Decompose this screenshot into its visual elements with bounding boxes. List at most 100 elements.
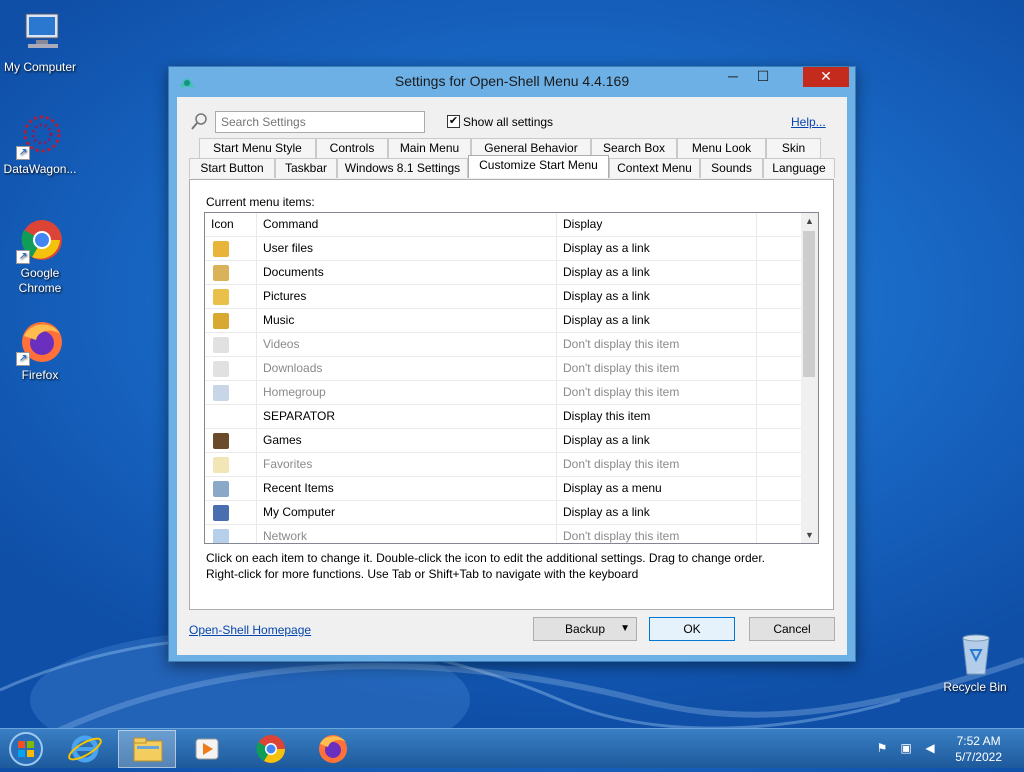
desktop-icon-label: Recycle Bin (943, 680, 1007, 694)
show-all-settings-checkbox[interactable]: ✔ (447, 115, 460, 128)
downloads-folder-icon (213, 361, 229, 377)
pictures-folder-icon (213, 289, 229, 305)
menu-item-row[interactable]: Downloads Don't display this item (205, 357, 803, 381)
row-icon-cell[interactable] (205, 429, 257, 453)
help-link[interactable]: Help... (791, 115, 826, 129)
row-display[interactable]: Don't display this item (557, 357, 757, 381)
menu-item-row[interactable]: My Computer Display as a link (205, 501, 803, 525)
show-all-settings-label[interactable]: Show all settings (463, 115, 553, 129)
row-icon-cell[interactable] (205, 309, 257, 333)
row-icon-cell[interactable] (205, 333, 257, 357)
row-command: SEPARATOR (257, 405, 557, 429)
menu-items-list[interactable]: Icon Command Display User files Display a… (204, 212, 819, 544)
dropdown-arrow-icon: ▼ (620, 623, 630, 634)
tab-controls[interactable]: Controls (316, 138, 388, 158)
row-display[interactable]: Display as a link (557, 285, 757, 309)
row-icon-cell[interactable] (205, 453, 257, 477)
row-display[interactable]: Don't display this item (557, 333, 757, 357)
recycle-bin-icon (951, 630, 999, 678)
minimize-button[interactable]: ─ (719, 67, 747, 87)
list-scrollbar[interactable]: ▲ ▼ (801, 213, 818, 543)
tab-main-menu[interactable]: Main Menu (388, 138, 471, 158)
row-display[interactable]: Don't display this item (557, 453, 757, 477)
row-command: Downloads (257, 357, 557, 381)
column-header-command[interactable]: Command (257, 213, 557, 237)
tab-context-menu[interactable]: Context Menu (609, 158, 700, 178)
file-explorer-icon[interactable] (118, 730, 176, 768)
menu-item-row[interactable]: Games Display as a link (205, 429, 803, 453)
desktop-icon-firefox[interactable]: ↗ Firefox (0, 318, 80, 383)
row-icon-cell[interactable] (205, 501, 257, 525)
menu-item-row[interactable]: Homegroup Don't display this item (205, 381, 803, 405)
row-icon-cell[interactable] (205, 477, 257, 501)
desktop-icon-my-computer[interactable]: My Computer (0, 10, 80, 75)
tab-skin[interactable]: Skin (766, 138, 821, 158)
row-display[interactable]: Display as a link (557, 501, 757, 525)
scroll-down-arrow-icon[interactable]: ▼ (801, 527, 818, 543)
menu-item-row[interactable]: Music Display as a link (205, 309, 803, 333)
menu-item-row[interactable]: Documents Display as a link (205, 261, 803, 285)
menu-item-row[interactable]: Pictures Display as a link (205, 285, 803, 309)
row-display[interactable]: Display as a menu (557, 477, 757, 501)
menu-item-row[interactable]: SEPARATOR Display this item (205, 405, 803, 429)
start-orb-icon[interactable] (0, 730, 52, 768)
maximize-button[interactable]: ☐ (749, 67, 777, 87)
row-display[interactable]: Display as a link (557, 309, 757, 333)
tab-sounds[interactable]: Sounds (700, 158, 763, 178)
tab-customize-start-menu[interactable]: Customize Start Menu (468, 155, 609, 178)
row-icon-cell[interactable] (205, 525, 257, 543)
tab-start-button[interactable]: Start Button (189, 158, 275, 178)
chrome-icon[interactable] (242, 730, 300, 768)
media-player-icon[interactable] (178, 730, 236, 768)
row-display[interactable]: Display as a link (557, 237, 757, 261)
network-icon[interactable]: ▣ (898, 741, 914, 757)
column-header-display[interactable]: Display (557, 213, 757, 237)
search-settings-input[interactable] (215, 111, 425, 133)
scrollbar-thumb[interactable] (803, 231, 815, 377)
menu-item-row[interactable]: Recent Items Display as a menu (205, 477, 803, 501)
title-bar[interactable]: Settings for Open-Shell Menu 4.4.169 ─ ☐… (169, 67, 855, 95)
videos-folder-icon (213, 337, 229, 353)
row-display[interactable]: Display this item (557, 405, 757, 429)
tab-windows81-settings[interactable]: Windows 8.1 Settings (337, 158, 468, 178)
row-icon-cell[interactable] (205, 357, 257, 381)
row-icon-cell[interactable] (205, 285, 257, 309)
column-header-icon[interactable]: Icon (205, 213, 257, 237)
desktop-icon-datawagon[interactable]: ↗ DataWagon... (0, 112, 80, 177)
volume-muted-icon[interactable]: ◀ (922, 741, 938, 757)
tab-language[interactable]: Language (763, 158, 835, 178)
row-display[interactable]: Display as a link (557, 429, 757, 453)
homegroup-icon (213, 385, 229, 401)
menu-item-row[interactable]: Videos Don't display this item (205, 333, 803, 357)
internet-explorer-icon[interactable] (56, 730, 114, 768)
desktop-icon-recycle-bin[interactable]: Recycle Bin (935, 630, 1015, 695)
row-display[interactable]: Don't display this item (557, 381, 757, 405)
row-display[interactable]: Display as a link (557, 261, 757, 285)
row-icon-cell[interactable] (205, 381, 257, 405)
tab-taskbar[interactable]: Taskbar (275, 158, 337, 178)
action-center-flag-icon[interactable]: ⚑ (874, 741, 890, 757)
close-button[interactable]: ✕ (803, 67, 849, 87)
cancel-button[interactable]: Cancel (749, 617, 835, 641)
row-icon-cell[interactable] (205, 237, 257, 261)
row-display[interactable]: Don't display this item (557, 525, 757, 543)
row-command: Homegroup (257, 381, 557, 405)
ok-button[interactable]: OK (649, 617, 735, 641)
menu-item-row[interactable]: Favorites Don't display this item (205, 453, 803, 477)
tab-start-menu-style[interactable]: Start Menu Style (199, 138, 316, 158)
backup-button[interactable]: Backup ▼ (533, 617, 637, 641)
row-icon-cell[interactable] (205, 261, 257, 285)
shortcut-arrow-icon: ↗ (16, 352, 30, 366)
desktop-icon-chrome[interactable]: ↗ Google Chrome (0, 216, 80, 296)
tab-menu-look[interactable]: Menu Look (677, 138, 766, 158)
scroll-up-arrow-icon[interactable]: ▲ (801, 213, 818, 229)
firefox-icon[interactable] (304, 730, 362, 768)
open-shell-homepage-link[interactable]: Open-Shell Homepage (189, 623, 311, 637)
datawagon-icon: ↗ (16, 112, 64, 160)
clock[interactable]: 7:52 AM 5/7/2022 (955, 733, 1002, 765)
menu-item-row[interactable]: User files Display as a link (205, 237, 803, 261)
row-command: Network (257, 525, 557, 543)
desktop-icon-label: Firefox (21, 368, 59, 382)
row-icon-cell[interactable] (205, 405, 257, 429)
menu-item-row[interactable]: Network Don't display this item (205, 525, 803, 543)
